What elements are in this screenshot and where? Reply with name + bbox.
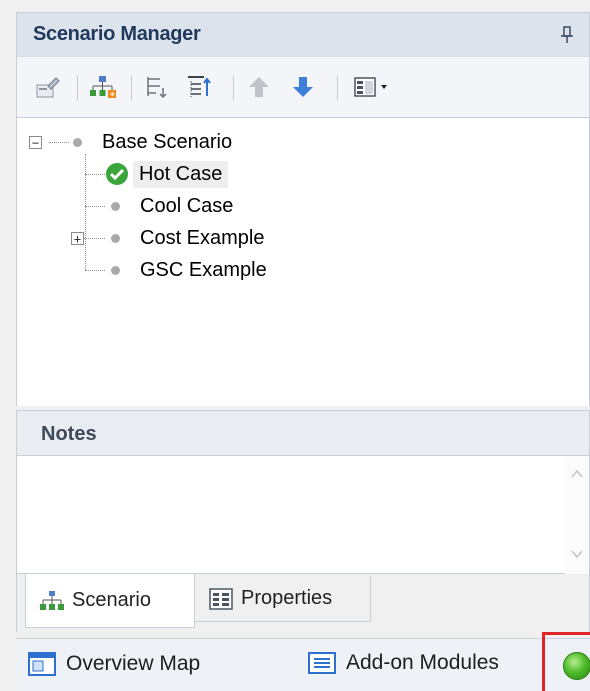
tab-scenario[interactable]: Scenario	[25, 574, 195, 628]
scenario-tree: − Base Scenario Hot Case Cool Case + Cos…	[16, 118, 590, 406]
tree-item-label: Hot Case	[133, 160, 229, 188]
pin-icon[interactable]	[559, 25, 575, 45]
svg-text:✶: ✶	[109, 90, 116, 99]
tree-item-hot-case[interactable]: Hot Case	[105, 159, 229, 189]
toolbar: ✶	[16, 56, 590, 118]
notes-textarea[interactable]	[16, 456, 590, 574]
scenario-manager-window: Scenario Manager ✶ − Base Scenario Hot C…	[0, 0, 590, 691]
panel-tabs: Scenario Properties	[16, 574, 590, 632]
tree-item-gsc-example[interactable]: GSC Example	[111, 255, 273, 285]
tree-item-label: GSC Example	[140, 258, 267, 281]
panel-title: Scenario Manager	[33, 23, 201, 45]
scenario-tree-icon	[40, 590, 64, 612]
new-child-scenario-icon[interactable]: ✶	[87, 71, 119, 103]
tree-item-cool-case[interactable]: Cool Case	[111, 191, 239, 221]
properties-grid-icon	[209, 587, 233, 610]
notes-scrollbar[interactable]	[565, 456, 589, 574]
edit-scenario-icon[interactable]	[31, 71, 63, 103]
overview-map-icon	[28, 651, 56, 677]
tree-item-label: Base Scenario	[102, 130, 233, 153]
tree-item-cost-example[interactable]: Cost Example	[111, 223, 271, 253]
scenario-dot-icon	[73, 137, 82, 147]
overview-map-button[interactable]: Overview Map	[28, 651, 200, 677]
collapse-tree-icon[interactable]	[141, 71, 173, 103]
notes-header: Notes	[16, 410, 590, 456]
tab-label: Scenario	[72, 589, 151, 611]
scroll-up-icon[interactable]	[569, 466, 585, 482]
addon-modules-button[interactable]: Add-on Modules	[308, 651, 499, 675]
tree-item-base-scenario[interactable]: Base Scenario	[73, 127, 238, 157]
current-scenario-check-icon	[105, 162, 129, 186]
tree-item-label: Cool Case	[140, 194, 234, 217]
scenario-dot-icon	[111, 201, 120, 211]
tab-properties[interactable]: Properties	[195, 576, 371, 622]
sort-tree-icon[interactable]	[183, 71, 215, 103]
scenario-dot-icon	[111, 265, 120, 275]
overview-map-label: Overview Map	[66, 652, 201, 675]
notes-title: Notes	[41, 423, 97, 445]
view-options-dropdown-icon[interactable]	[349, 71, 401, 103]
collapse-toggle-base[interactable]: −	[29, 136, 42, 149]
move-down-arrow-icon[interactable]	[287, 71, 319, 103]
scroll-down-icon[interactable]	[569, 546, 585, 562]
move-up-arrow-icon[interactable]	[243, 71, 275, 103]
scenario-dot-icon	[111, 233, 120, 243]
panel-header: Scenario Manager	[16, 12, 590, 56]
tree-item-label: Cost Example	[140, 226, 265, 249]
addon-modules-label: Add-on Modules	[346, 651, 499, 674]
tab-label: Properties	[241, 587, 333, 609]
expand-toggle-cost-example[interactable]: +	[71, 232, 84, 245]
status-orb-icon[interactable]	[563, 652, 590, 680]
addon-modules-icon	[308, 651, 336, 675]
bottom-bar: Overview Map Add-on Modules	[16, 638, 590, 691]
